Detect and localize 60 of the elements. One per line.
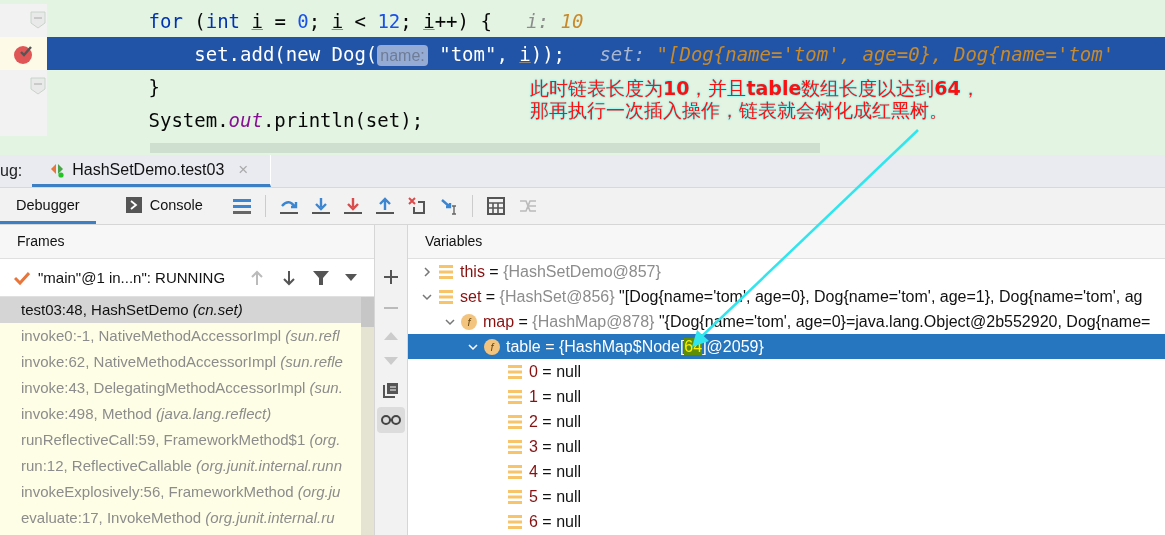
stacked-bars-icon xyxy=(507,488,523,505)
annotation-text: 此时链表长度为10，并且table数组长度以达到64， xyxy=(530,77,980,99)
check-icon xyxy=(14,269,30,286)
glasses-button[interactable] xyxy=(377,407,405,433)
filter-icon[interactable] xyxy=(313,269,330,286)
editor-gutter[interactable] xyxy=(0,37,47,70)
stacked-bars-icon xyxy=(438,263,454,280)
collapse-chevron-icon[interactable] xyxy=(468,341,478,352)
variable-row[interactable]: 2 = null xyxy=(408,409,1165,434)
variable-row[interactable]: 3 = null xyxy=(408,434,1165,459)
menu-icon[interactable] xyxy=(232,198,251,214)
stack-frame[interactable]: test03:48, HashSetDemo (cn.set) xyxy=(0,297,361,323)
variable-row[interactable]: this = {HashSetDemo@857} xyxy=(408,259,1165,284)
code-line: } xyxy=(147,75,160,98)
tab-title: HashSetDemo.test03 xyxy=(72,160,225,179)
fold-marker-icon[interactable] xyxy=(30,11,46,29)
variable-row[interactable]: 5 = null xyxy=(408,484,1165,509)
drop-frame-icon[interactable] xyxy=(407,197,426,215)
variables-header: Variables xyxy=(408,225,1165,259)
variable-row[interactable]: 4 = null xyxy=(408,459,1165,484)
down-arrow-icon[interactable] xyxy=(281,269,298,286)
run-config-icon xyxy=(50,161,67,178)
annotation-text: 那再执行一次插入操作，链表就会树化成红黑树。 xyxy=(530,99,949,121)
debug-label: ug: xyxy=(0,162,24,180)
calculator-icon[interactable] xyxy=(486,197,505,215)
step-out-icon[interactable] xyxy=(375,197,394,215)
force-step-into-icon[interactable] xyxy=(343,197,362,215)
dropdown-caret-icon[interactable] xyxy=(345,273,358,282)
code-line: set.add(new Dog(name: "tom", i)); set: "[Dog{name='tom', age=0}, Dog{name='tom' xyxy=(193,42,1115,65)
run-to-cursor-icon[interactable] xyxy=(439,197,458,215)
field-icon: f xyxy=(484,338,500,355)
stacked-bars-icon xyxy=(507,438,523,455)
variable-row[interactable]: 0 = null xyxy=(408,359,1165,384)
code-line: for (int i = 0; i < 12; i++) { i: 10 xyxy=(147,9,584,32)
frames-header: Frames xyxy=(0,225,374,259)
stacked-bars-icon xyxy=(507,463,523,480)
stacked-bars-icon xyxy=(507,388,523,405)
scrollbar-thumb[interactable] xyxy=(361,297,374,327)
copy-icon[interactable] xyxy=(383,382,399,398)
glasses-icon xyxy=(381,414,401,426)
field-icon: f xyxy=(461,313,477,330)
expand-chevron-icon[interactable] xyxy=(422,266,432,277)
stacked-bars-icon xyxy=(507,413,523,430)
trace-icon xyxy=(518,197,537,215)
panel-tab[interactable]: Console xyxy=(109,188,219,224)
variable-row[interactable]: 6 = null xyxy=(408,509,1165,534)
plus-icon[interactable] xyxy=(384,270,398,284)
stacked-bars-icon xyxy=(438,288,454,305)
collapse-chevron-icon[interactable] xyxy=(422,291,432,302)
up-triangle-icon xyxy=(384,332,398,340)
thread-selector[interactable]: "main"@1 in...n": RUNNING xyxy=(38,269,226,286)
console-icon xyxy=(125,196,142,213)
stacked-bars-icon xyxy=(507,513,523,530)
step-into-icon[interactable] xyxy=(311,197,330,215)
variable-row[interactable]: 1 = null xyxy=(408,384,1165,409)
collapse-chevron-icon[interactable] xyxy=(445,316,455,327)
fold-marker-icon[interactable] xyxy=(30,77,46,95)
down-triangle-icon xyxy=(384,357,398,365)
code-line: System.out.println(set); xyxy=(147,108,424,131)
stacked-bars-icon xyxy=(507,363,523,380)
